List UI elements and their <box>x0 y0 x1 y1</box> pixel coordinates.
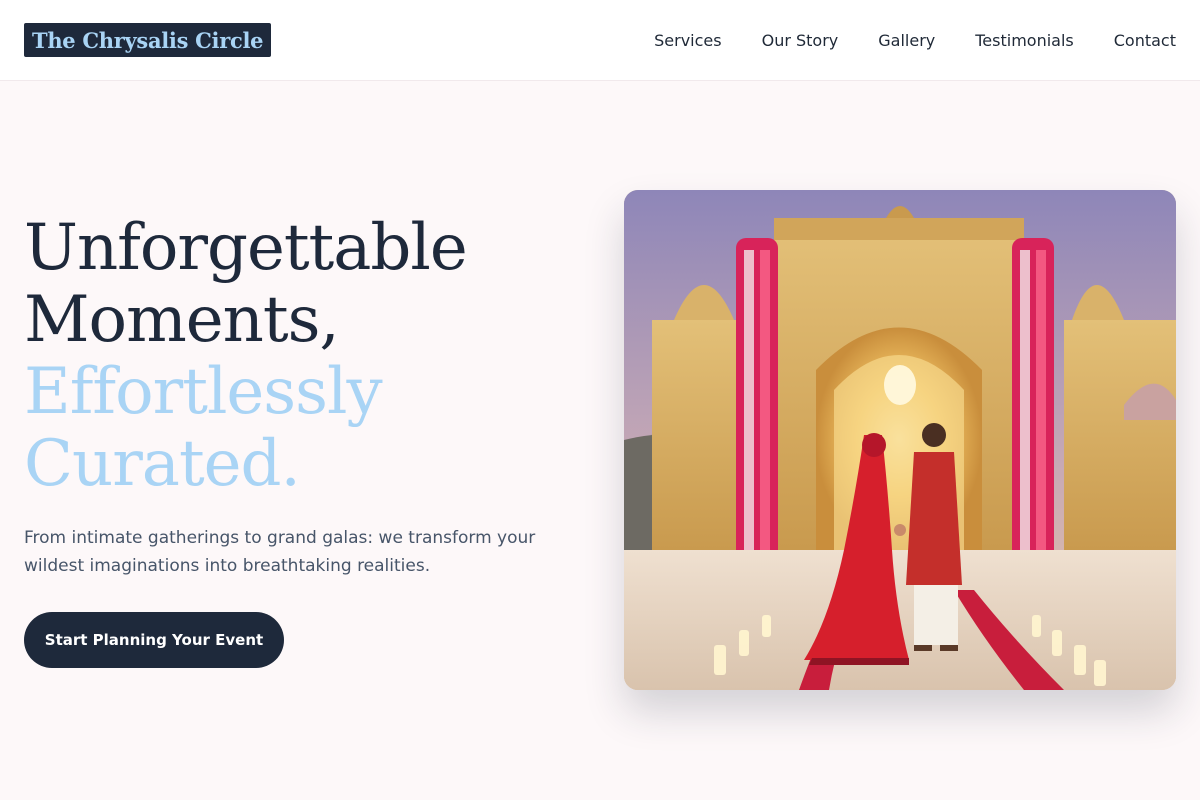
hero-heading-line-2: Moments, <box>24 283 340 357</box>
nav-link-our-story[interactable]: Our Story <box>762 31 839 50</box>
nav-link-services[interactable]: Services <box>654 31 721 50</box>
hero-heading-accent-line-2: Curated. <box>24 427 301 501</box>
start-planning-button[interactable]: Start Planning Your Event <box>24 612 284 668</box>
hero-wedding-image <box>624 190 1176 690</box>
wedding-couple-illustration <box>624 190 1176 690</box>
hero-heading-accent-line-1: Effortlessly <box>24 355 383 429</box>
site-header: The Chrysalis Circle Services Our Story … <box>0 0 1200 81</box>
nav-link-contact[interactable]: Contact <box>1114 31 1176 50</box>
hero-heading: Unforgettable Moments, Effortlessly Cura… <box>24 212 584 500</box>
brand-logo[interactable]: The Chrysalis Circle <box>24 23 272 57</box>
hero-subtitle: From intimate gatherings to grand galas:… <box>24 528 536 576</box>
main-nav: Services Our Story Gallery Testimonials … <box>654 28 1176 52</box>
nav-link-gallery[interactable]: Gallery <box>878 31 935 50</box>
hero-heading-line-1: Unforgettable <box>24 211 468 285</box>
nav-link-testimonials[interactable]: Testimonials <box>975 31 1074 50</box>
